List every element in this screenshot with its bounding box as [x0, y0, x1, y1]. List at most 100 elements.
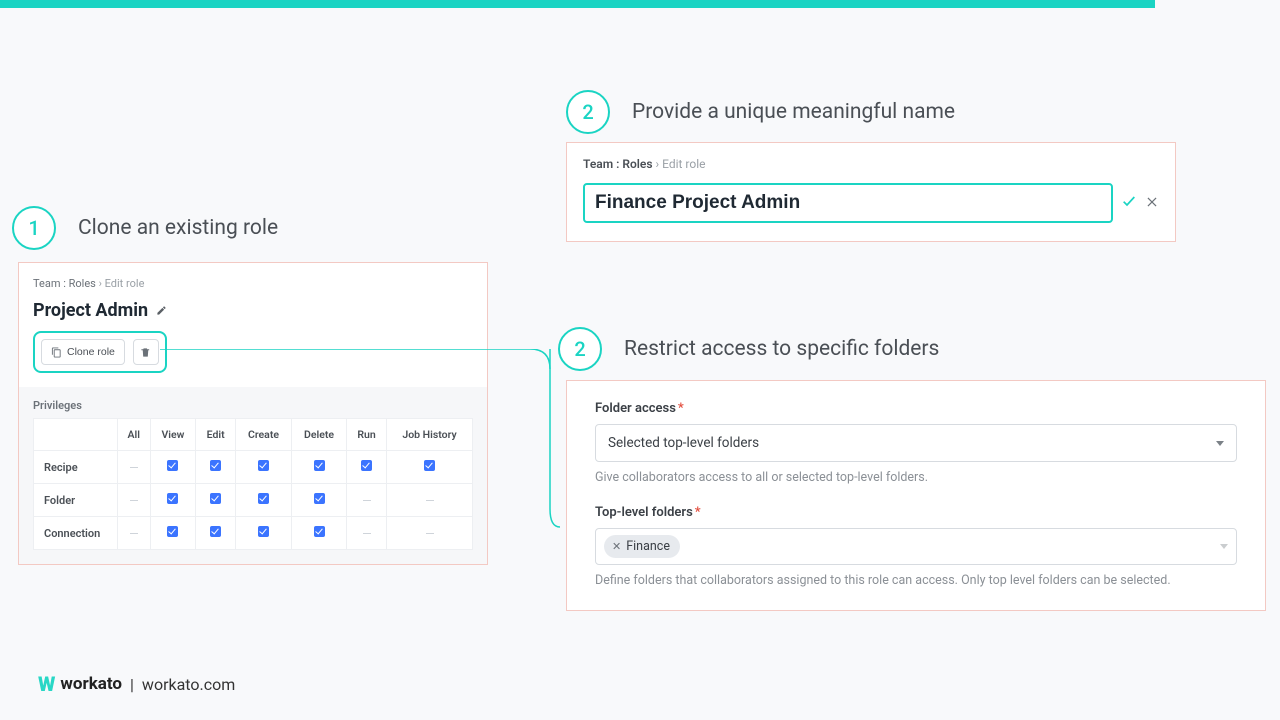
- priv-cell[interactable]: [118, 484, 151, 517]
- logo-mark-icon: W: [38, 672, 54, 696]
- priv-cell[interactable]: [292, 517, 347, 550]
- priv-cell[interactable]: [196, 484, 236, 517]
- row-label: Folder: [34, 484, 118, 517]
- checkbox-checked-icon: [210, 493, 221, 504]
- col-job-history: Job History: [387, 419, 473, 451]
- priv-cell[interactable]: [387, 517, 473, 550]
- top-folders-help: Define folders that collaborators assign…: [595, 572, 1237, 590]
- col-all: All: [118, 419, 151, 451]
- priv-cell[interactable]: [118, 517, 151, 550]
- table-row: Connection: [34, 517, 473, 550]
- rename-role-panel: Team : Roles › Edit role: [566, 142, 1176, 242]
- checkbox-checked-icon: [167, 460, 178, 471]
- crumb-team-roles[interactable]: Team : Roles: [33, 277, 96, 290]
- priv-cell[interactable]: [292, 484, 347, 517]
- table-row: Recipe: [34, 451, 473, 484]
- trash-icon: [140, 347, 151, 358]
- clone-role-label: Clone role: [67, 346, 115, 358]
- col-delete: Delete: [292, 419, 347, 451]
- role-name-input-wrap: [583, 183, 1113, 223]
- checkbox-checked-icon: [167, 526, 178, 537]
- top-folders-select[interactable]: ✕ Finance: [595, 528, 1237, 565]
- step1-header: 1 Clone an existing role: [12, 206, 278, 250]
- checkbox-checked-icon: [258, 460, 269, 471]
- clone-actions: Clone role: [33, 331, 167, 373]
- privileges-label: Privileges: [33, 399, 473, 412]
- priv-cell[interactable]: [347, 517, 387, 550]
- checkbox-checked-icon: [361, 460, 372, 471]
- folder-chip-finance: ✕ Finance: [604, 535, 680, 558]
- col-edit: Edit: [196, 419, 236, 451]
- checkbox-checked-icon: [210, 526, 221, 537]
- priv-cell[interactable]: [235, 451, 291, 484]
- privileges-section: Privileges All View Edit Create Delete R…: [19, 387, 487, 564]
- checkbox-checked-icon: [424, 460, 435, 471]
- priv-cell[interactable]: [150, 451, 196, 484]
- breadcrumb: Team : Roles › Edit role: [33, 275, 473, 300]
- dash-icon: [130, 467, 138, 469]
- delete-role-button[interactable]: [133, 339, 159, 365]
- priv-cell[interactable]: [118, 451, 151, 484]
- priv-cell[interactable]: [347, 484, 387, 517]
- checkbox-checked-icon: [314, 493, 325, 504]
- col-run: Run: [347, 419, 387, 451]
- priv-cell[interactable]: [196, 517, 236, 550]
- step2a-title: Provide a unique meaningful name: [632, 100, 955, 124]
- priv-cell[interactable]: [196, 451, 236, 484]
- row-label: Recipe: [34, 451, 118, 484]
- crumb-edit-role: Edit role: [662, 157, 705, 171]
- priv-cell[interactable]: [347, 451, 387, 484]
- row-label: Connection: [34, 517, 118, 550]
- folder-access-label: Folder access*: [595, 401, 1237, 416]
- role-name-input[interactable]: [595, 192, 1101, 214]
- checkbox-checked-icon: [167, 493, 178, 504]
- step2b-title: Restrict access to specific folders: [624, 337, 939, 361]
- brand-logo: W workato: [38, 672, 122, 696]
- dash-icon: [426, 500, 434, 502]
- role-title: Project Admin: [33, 300, 473, 321]
- table-header-row: All View Edit Create Delete Run Job Hist…: [34, 419, 473, 451]
- priv-cell[interactable]: [387, 451, 473, 484]
- step2b-header: 2 Restrict access to specific folders: [558, 327, 939, 371]
- dash-icon: [363, 500, 371, 502]
- step2a-header: 2 Provide a unique meaningful name: [566, 90, 955, 134]
- brand-name: workato: [60, 674, 122, 694]
- col-create: Create: [235, 419, 291, 451]
- folder-chip-label: Finance: [626, 539, 670, 554]
- checkbox-checked-icon: [314, 460, 325, 471]
- clone-role-panel: Team : Roles › Edit role Project Admin C…: [18, 262, 488, 565]
- dash-icon: [363, 533, 371, 535]
- cancel-icon[interactable]: [1145, 194, 1159, 213]
- checkbox-checked-icon: [210, 460, 221, 471]
- dash-icon: [130, 500, 138, 502]
- crumb-team-roles[interactable]: Team : Roles: [583, 157, 653, 171]
- chevron-down-icon: [1220, 544, 1228, 549]
- clone-role-button[interactable]: Clone role: [41, 339, 125, 365]
- role-name: Project Admin: [33, 300, 148, 321]
- priv-cell[interactable]: [150, 517, 196, 550]
- privileges-tbody: RecipeFolderConnection: [34, 451, 473, 550]
- priv-cell[interactable]: [387, 484, 473, 517]
- confirm-icon[interactable]: [1121, 193, 1137, 213]
- copy-icon: [51, 347, 62, 358]
- table-row: Folder: [34, 484, 473, 517]
- folder-access-panel: Folder access* Selected top-level folder…: [566, 380, 1266, 611]
- chip-remove-icon[interactable]: ✕: [612, 540, 621, 553]
- folder-access-help: Give collaborators access to all or sele…: [595, 469, 1237, 487]
- folder-access-select[interactable]: Selected top-level folders: [595, 424, 1237, 462]
- breadcrumb: Team : Roles › Edit role: [583, 157, 1159, 171]
- priv-cell[interactable]: [150, 484, 196, 517]
- step1-badge: 1: [12, 206, 56, 250]
- priv-cell[interactable]: [235, 517, 291, 550]
- footer-separator: |: [130, 675, 134, 694]
- edit-icon[interactable]: [156, 300, 167, 321]
- priv-cell[interactable]: [235, 484, 291, 517]
- crumb-edit-role: Edit role: [105, 277, 145, 290]
- top-folders-label: Top-level folders*: [595, 505, 1237, 520]
- privileges-table: All View Edit Create Delete Run Job Hist…: [33, 418, 473, 550]
- priv-cell[interactable]: [292, 451, 347, 484]
- dash-icon: [130, 533, 138, 535]
- accent-top-bar: [0, 0, 1155, 8]
- crumb-sep: ›: [656, 157, 660, 171]
- footer-domain: workato.com: [142, 675, 235, 694]
